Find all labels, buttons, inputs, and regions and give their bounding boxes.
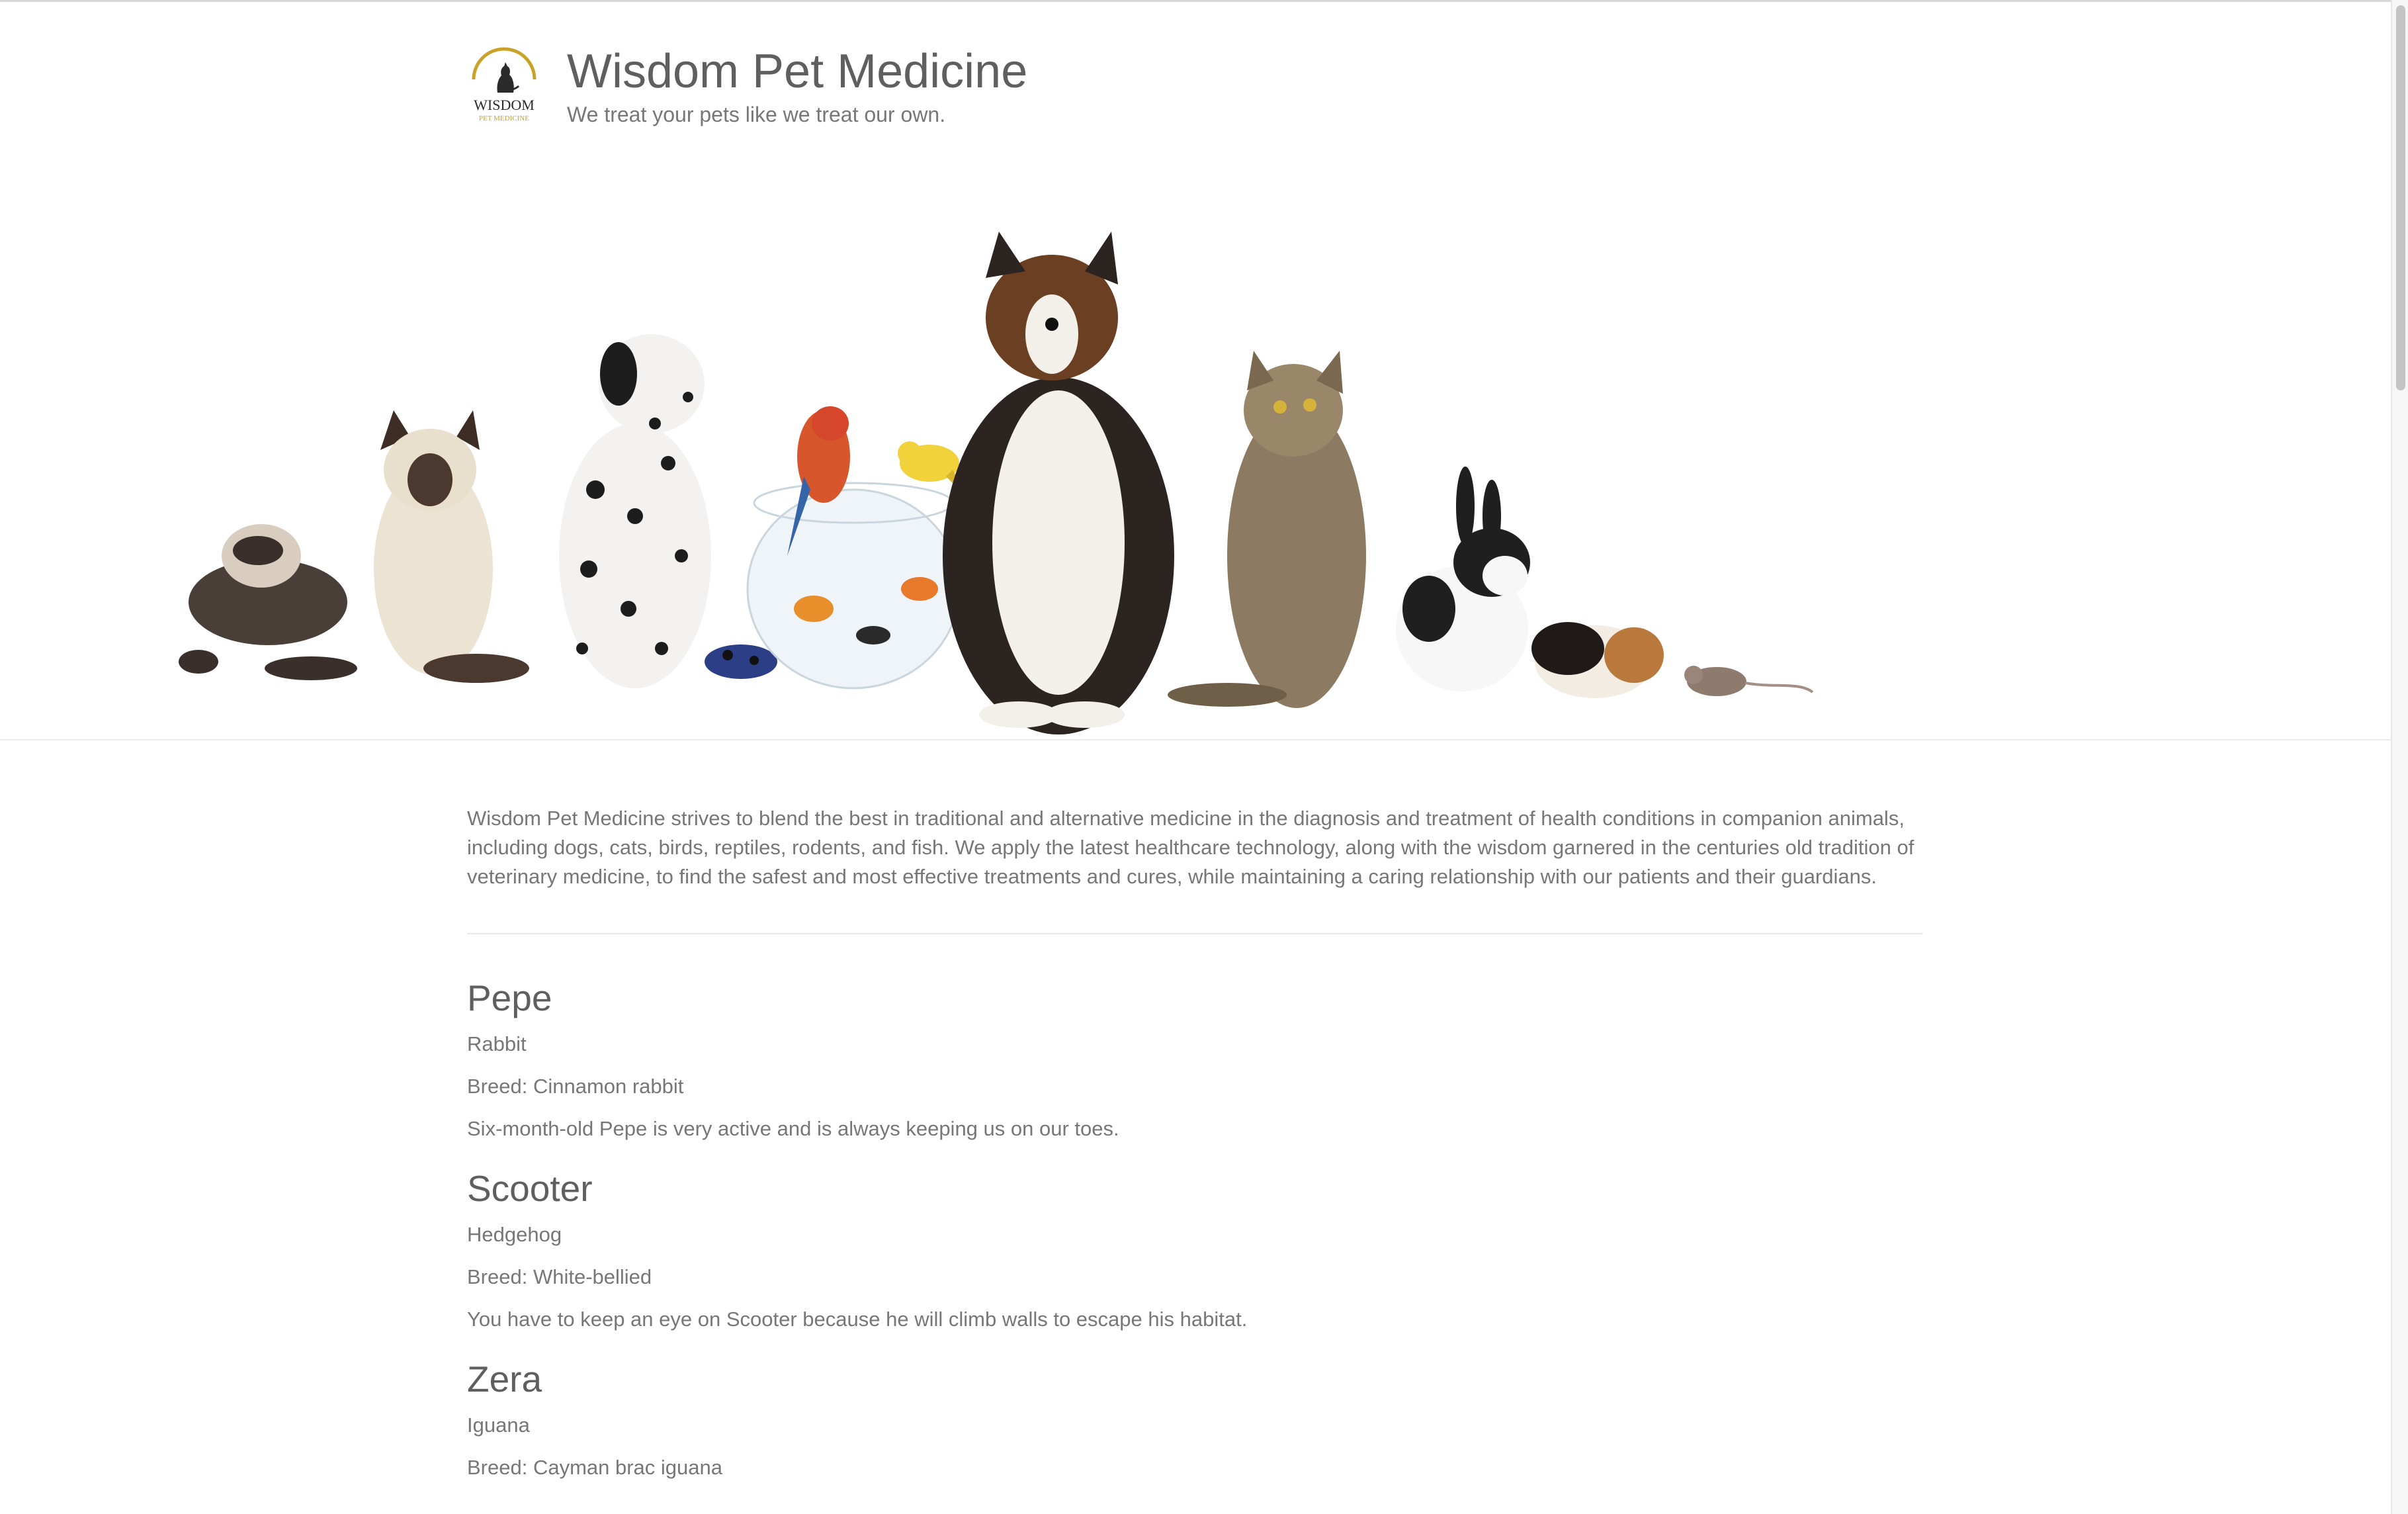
pet-breed: Breed: White-bellied [467,1265,652,1288]
logo-text: WISDOM [474,97,535,113]
fish-bowl-icon [746,482,961,690]
main-content: Wisdom Pet Medicine strives to blend the… [467,804,1922,891]
rabbit-icon [1396,467,1530,691]
pet-name: Scooter [467,1168,593,1209]
pet-card: Scooter Hedgehog Breed: White-bellied Yo… [467,1158,1922,1333]
site-title[interactable]: Wisdom Pet Medicine [567,44,1027,99]
collie-icon [943,232,1174,735]
logo[interactable]: WISDOM PET MEDICINE [466,38,542,124]
dalmatian-icon [559,334,711,688]
guinea-pig-icon [1531,622,1664,698]
pet-description: You have to keep an eye on Scooter becau… [467,1308,1248,1331]
pet-species: Iguana [467,1413,530,1437]
pet-species: Hedgehog [467,1223,562,1246]
hero-divider [0,739,2391,740]
pet-description: Six-month-old Pepe is very active and is… [467,1117,1119,1140]
mouse-icon [1684,666,1814,696]
pet-breed: Breed: Cinnamon rabbit [467,1075,684,1098]
pet-card: Zera Iguana Breed: Cayman brac iguana [467,1349,1922,1481]
pet-breed: Breed: Cayman brac iguana [467,1456,723,1479]
pet-species: Rabbit [467,1032,527,1055]
intro-paragraph: Wisdom Pet Medicine strives to blend the… [467,807,1914,888]
site-header: WISDOM PET MEDICINE Wisdom Pet Medicine … [466,38,1524,131]
site-tagline: We treat your pets like we treat our own… [567,103,946,126]
section-divider [467,933,1922,934]
ferret-icon [179,524,357,680]
frog-icon [705,645,777,679]
pet-name: Zera [467,1358,542,1400]
page: WISDOM PET MEDICINE Wisdom Pet Medicine … [0,0,2391,1514]
logo-icon: WISDOM PET MEDICINE [472,47,537,122]
logo-subtext: PET MEDICINE [479,114,529,122]
siamese-cat-icon [374,410,529,683]
pet-list: Pepe Rabbit Breed: Cinnamon rabbit Six-m… [467,967,1922,1497]
hero-image [0,146,2391,738]
scrollbar-thumb[interactable] [2396,5,2405,390]
vertical-scrollbar[interactable] [2391,0,2408,1514]
tabby-cat-icon [1168,351,1366,708]
pet-card: Pepe Rabbit Breed: Cinnamon rabbit Six-m… [467,967,1922,1142]
pet-name: Pepe [467,977,552,1018]
